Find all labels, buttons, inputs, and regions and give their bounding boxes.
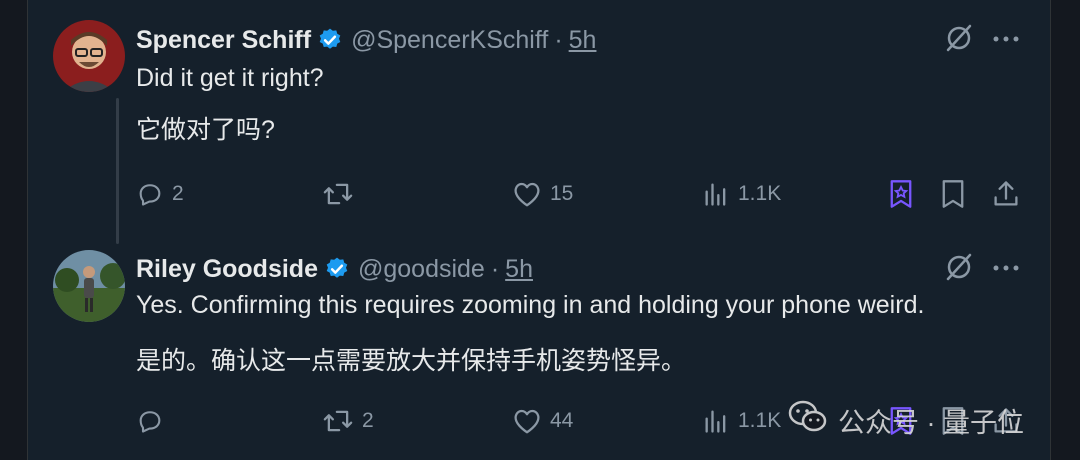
tweet-top-actions bbox=[944, 22, 1020, 58]
like-count: 15 bbox=[550, 182, 574, 205]
tweet-header: Spencer Schiff @SpencerKSchiff · 5h bbox=[136, 22, 596, 58]
thread-connector bbox=[116, 98, 119, 244]
avatar-riley[interactable] bbox=[53, 250, 125, 322]
tweet-text-en: Did it get it right? bbox=[136, 64, 324, 92]
grok-icon[interactable] bbox=[944, 252, 974, 287]
timeline-frame: Spencer Schiff @SpencerKSchiff · 5h Did … bbox=[27, 0, 1051, 460]
reply-count: 2 bbox=[172, 182, 184, 205]
bookmark-icon bbox=[940, 179, 966, 209]
views-button[interactable]: 1.1K bbox=[702, 174, 781, 214]
tweet-timestamp[interactable]: 5h bbox=[505, 255, 533, 284]
retweet-count: 2 bbox=[362, 409, 374, 432]
views-count: 1.1K bbox=[738, 182, 782, 205]
separator-dot: · bbox=[554, 25, 563, 54]
tweet-timestamp[interactable]: 5h bbox=[569, 26, 597, 55]
like-icon bbox=[512, 180, 542, 208]
reply-icon bbox=[136, 407, 164, 435]
reply-icon bbox=[136, 180, 164, 208]
more-icon[interactable] bbox=[992, 31, 1020, 49]
author-handle[interactable]: @goodside bbox=[358, 255, 485, 284]
wechat-icon bbox=[788, 400, 828, 441]
tweet-header: Riley Goodside @goodside · 5h bbox=[136, 251, 533, 287]
retweet-icon bbox=[322, 180, 354, 208]
retweet-button[interactable]: 2 bbox=[322, 401, 374, 441]
reply-button[interactable] bbox=[136, 401, 172, 441]
verified-badge-icon bbox=[317, 27, 343, 53]
author-name[interactable]: Riley Goodside bbox=[136, 255, 318, 284]
avatar-spencer[interactable] bbox=[53, 20, 125, 92]
separator-dot: · bbox=[490, 254, 500, 283]
reply-button[interactable]: 2 bbox=[136, 174, 184, 214]
premium-bookmark-icon bbox=[888, 179, 914, 209]
share-icon bbox=[992, 179, 1020, 209]
tweet-text-en: Yes. Confirming this requires zooming in… bbox=[136, 291, 925, 319]
watermark-text: 公众号 · 量子位 bbox=[838, 407, 1024, 438]
bookmark-button[interactable] bbox=[940, 174, 966, 214]
author-name[interactable]: Spencer Schiff bbox=[136, 26, 311, 55]
views-icon bbox=[702, 180, 730, 208]
tweet-text-zh: 它做对了吗? bbox=[136, 116, 275, 144]
retweet-icon bbox=[322, 407, 354, 435]
like-button[interactable]: 44 bbox=[512, 401, 573, 441]
verified-badge-icon bbox=[324, 256, 350, 282]
retweet-button[interactable] bbox=[322, 174, 362, 214]
more-icon[interactable] bbox=[992, 260, 1020, 278]
tweet-text-zh: 是的。确认这一点需要放大并保持手机姿势怪异。 bbox=[136, 347, 687, 375]
watermark: 公众号 · 量子位 bbox=[788, 400, 1024, 440]
share-button[interactable] bbox=[992, 174, 1020, 214]
views-count: 1.1K bbox=[738, 409, 782, 432]
grok-icon[interactable] bbox=[944, 23, 974, 58]
author-handle[interactable]: @SpencerKSchiff bbox=[351, 26, 548, 55]
tweet-top-actions bbox=[944, 251, 1020, 287]
views-button[interactable]: 1.1K bbox=[702, 401, 781, 441]
like-button[interactable]: 15 bbox=[512, 174, 573, 214]
like-icon bbox=[512, 407, 542, 435]
like-count: 44 bbox=[550, 409, 574, 432]
premium-bookmark-button[interactable] bbox=[888, 174, 914, 214]
tweet-spencer[interactable]: Spencer Schiff @SpencerKSchiff · 5h Did … bbox=[28, 0, 1050, 245]
tweet-actions: 2 15 1.1K bbox=[136, 174, 1018, 214]
views-icon bbox=[702, 407, 730, 435]
